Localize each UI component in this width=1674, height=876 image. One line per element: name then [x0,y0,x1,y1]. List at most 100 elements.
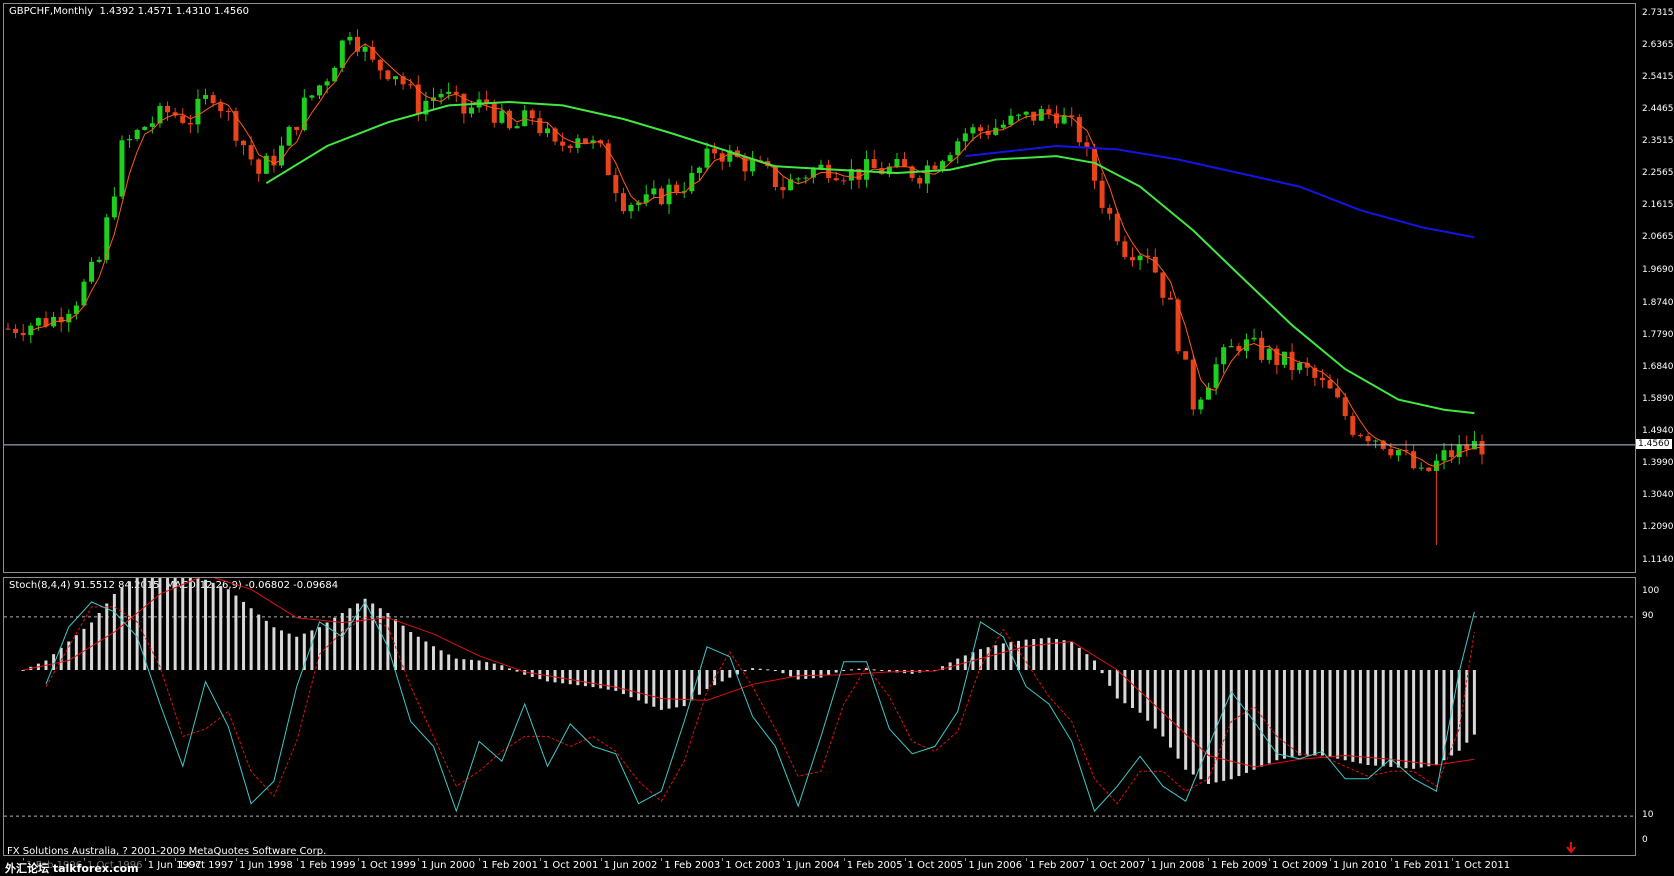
candle-body [970,127,976,134]
macd-histogram-bar [310,630,314,670]
candle-body [1213,364,1219,388]
candle-body [1297,362,1303,371]
macd-histogram-bar [1001,643,1005,670]
candle-body [871,159,877,169]
candle-body [582,138,588,144]
macd-histogram-bar [1412,670,1416,769]
candle-body [248,145,254,160]
oscillator-tick-label: 100 [1642,586,1660,596]
time-tick-label: 1 Jun 2010 [1333,860,1387,871]
candle-body [324,81,330,86]
macd-histogram-bar [1298,670,1302,756]
candle-body [1259,337,1265,360]
macd-histogram-bar [1282,670,1286,759]
macd-histogram-bar [880,670,884,671]
candle-body [537,118,543,134]
time-tick-label: 1 Feb 2007 [1029,860,1085,871]
candle-body [1114,213,1120,242]
time-tick [722,858,724,861]
macd-histogram-bar [1085,654,1089,670]
macd-histogram-bar [766,669,770,671]
candle-body [127,139,133,141]
macd-histogram-bar [82,628,86,670]
price-tick-label: 1.3990 [1642,458,1674,469]
time-tick [1390,858,1392,861]
price-tick-label: 1.5890 [1642,393,1674,404]
candle-body [362,46,368,52]
time-tick-label: 1 Oct 2001 [542,860,599,871]
time-tick [296,858,298,861]
time-tick-label: 1 Jun 2008 [1150,860,1205,871]
macd-histogram-bar [401,625,405,670]
macd-histogram-bar [781,670,785,674]
macd-histogram-bar [1123,670,1127,704]
candle-body [1152,256,1158,273]
candle-body [1190,359,1196,410]
macd-histogram-bar [652,670,656,707]
macd-histogram-bar [393,619,397,670]
arrow-down-icon [1566,842,1576,854]
candle-body [947,155,953,162]
price-chart-canvas[interactable] [4,4,1635,572]
time-tick [904,858,906,861]
time-tick [1269,858,1271,861]
macd-histogram-bar [295,636,299,670]
macd-histogram-bar [378,608,382,670]
macd-histogram-bar [318,627,322,670]
macd-histogram-bar [1017,640,1021,670]
macd-histogram-bar [1267,670,1271,764]
oscillator-axis: 100 90 10 0 [1638,577,1674,856]
candle-body [279,145,285,166]
candle-body [1266,348,1272,360]
macd-histogram-bar [1093,660,1097,670]
candle-body [453,91,459,94]
time-tick-label: 1 Oct 2007 [1089,860,1146,871]
macd-histogram-bar [1374,670,1378,766]
macd-histogram-bar [439,650,443,670]
macd-histogram-bar [204,579,208,670]
candle-body [256,159,262,174]
time-tick [1086,858,1088,861]
candle-body [902,159,908,167]
stoch-signal-line [45,606,1475,805]
time-tick-label: 1 Feb 2005 [846,860,903,871]
time-tick-label: 1 Jun 1998 [238,860,293,871]
price-tick-label: 2.1615 [1642,200,1674,211]
candle-body [1107,207,1113,214]
macd-histogram-bar [158,578,162,670]
macd-histogram-bar [659,670,663,710]
candle-body [1327,380,1333,389]
copyright-text: FX Solutions Australia, ? 2001-2009 Meta… [7,846,327,857]
price-tick-label: 1.4940 [1642,426,1674,437]
candle-body [491,103,497,123]
oscillator-canvas[interactable] [4,578,1635,855]
candle-body [1335,388,1341,398]
macd-histogram-bar [515,670,519,672]
candle-body [1099,180,1105,208]
macd-signal-line [23,578,1475,768]
macd-histogram-bar [1108,670,1112,686]
candle-body [20,332,26,336]
macd-histogram-bar [363,598,367,670]
candle-body [13,328,19,333]
candle-body [438,93,444,98]
macd-histogram-bar [249,608,253,670]
macd-histogram-bar [667,670,671,709]
oscillator-tick-label: 90 [1642,610,1654,621]
candle-body [529,110,535,119]
candle-body [993,127,999,135]
macd-histogram-bar [599,670,603,689]
candle-body [613,175,619,194]
current-price-label: 1.4560 [1636,438,1672,449]
candle-body [1395,450,1401,456]
candle-body [1418,467,1424,469]
macd-histogram-bar [1290,670,1294,758]
time-tick-label: 1 Feb 2003 [664,860,721,871]
macd-histogram-bar [188,578,192,670]
price-chart-pane[interactable]: GBPCHF,Monthly 1.4392 1.4571 1.4310 1.45… [3,3,1636,573]
macd-histogram-bar [469,659,473,670]
candle-body [894,159,900,167]
oscillator-pane[interactable]: Stoch(8,4,4) 91.5512 84.2015 MACD(12,26,… [3,577,1636,856]
time-tick [1451,858,1453,861]
macd-histogram-bar [371,603,375,670]
